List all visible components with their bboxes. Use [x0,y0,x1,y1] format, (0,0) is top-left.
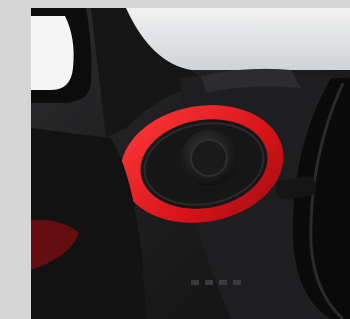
side-mirror-glass [31,16,74,90]
image-frame [0,0,350,319]
car-interior-photo [31,8,350,319]
vent-knob-center [190,139,228,177]
photo-illustration [31,8,350,319]
